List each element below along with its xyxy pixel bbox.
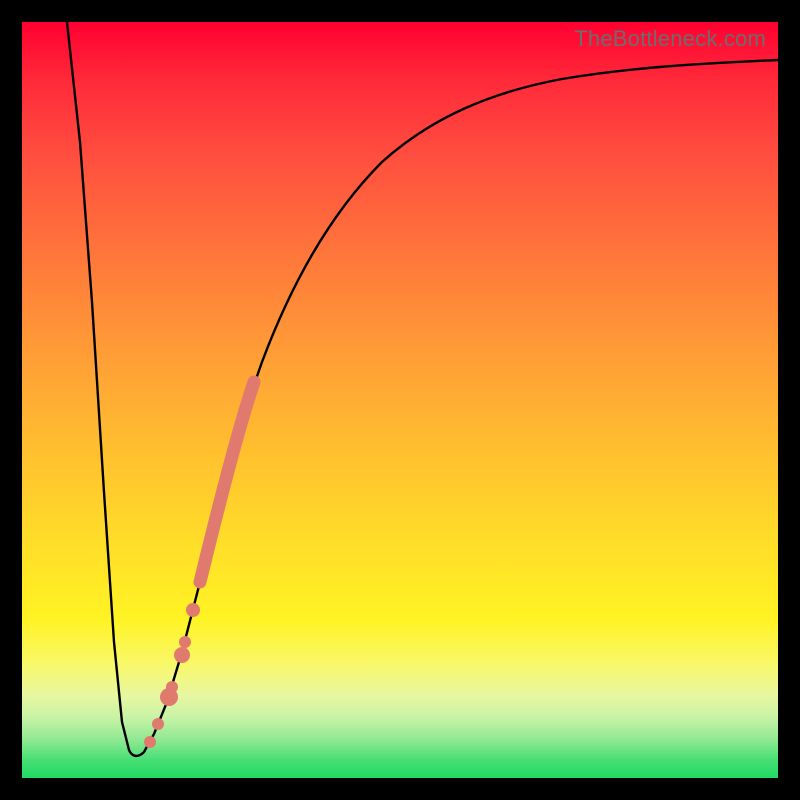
- highlight-dot: [144, 736, 156, 748]
- highlight-dot: [186, 603, 200, 617]
- curve-layer: [22, 22, 778, 778]
- highlighted-segment: [200, 382, 254, 582]
- highlight-dot: [160, 688, 178, 706]
- highlight-dot: [179, 636, 191, 648]
- highlight-dot: [174, 647, 190, 663]
- bottleneck-curve: [67, 22, 778, 756]
- plot-area: TheBottleneck.com: [22, 22, 778, 778]
- chart-frame: TheBottleneck.com: [0, 0, 800, 800]
- highlight-dot: [152, 718, 164, 730]
